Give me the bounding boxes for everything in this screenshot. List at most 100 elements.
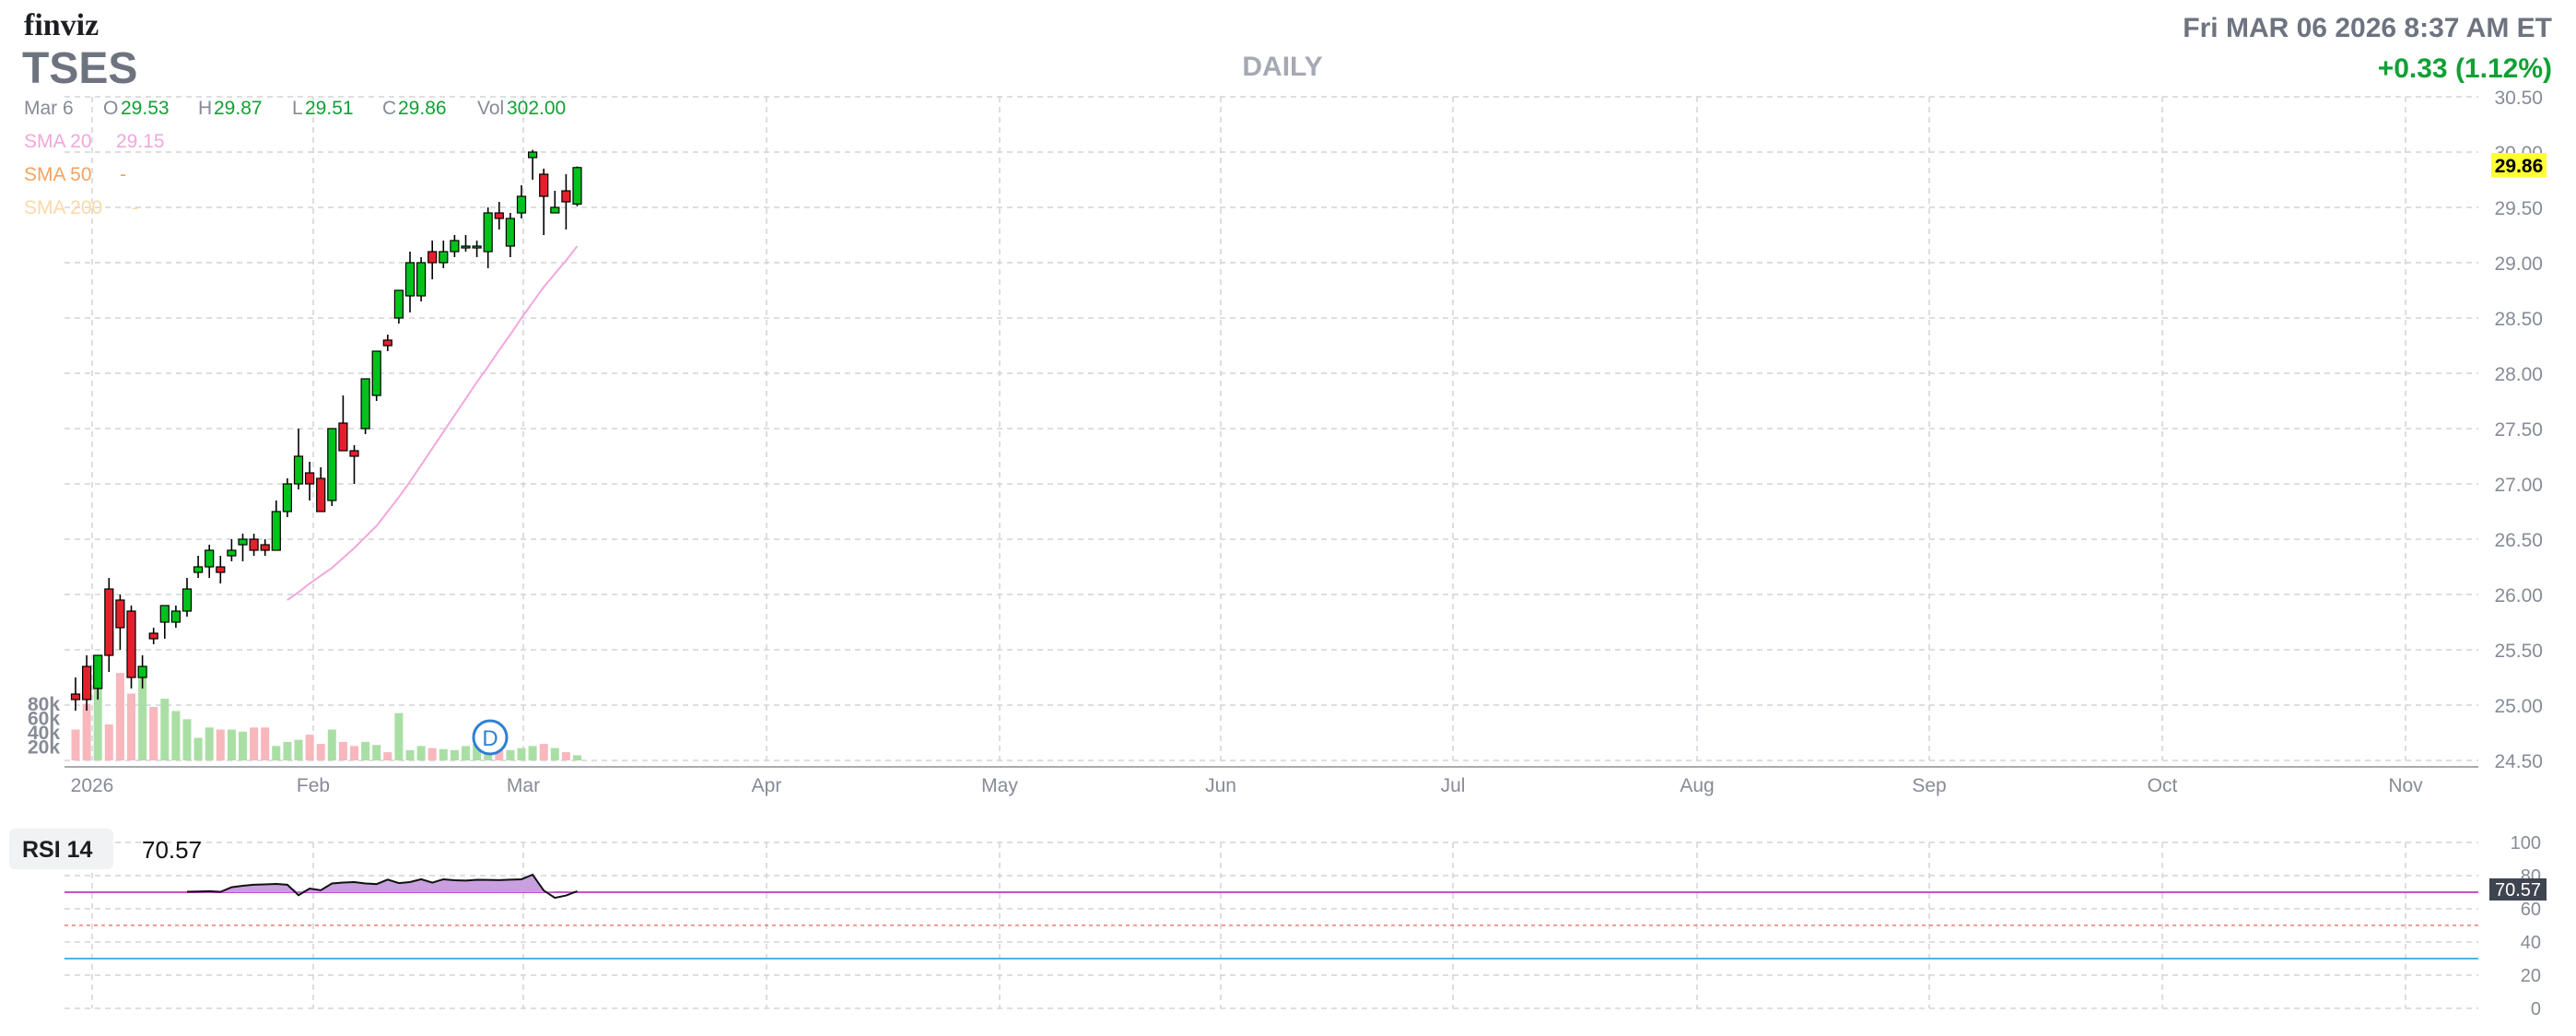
volume-bar bbox=[104, 724, 113, 760]
candle-up[interactable] bbox=[450, 240, 460, 253]
volume-bar bbox=[327, 729, 336, 760]
volume-bar bbox=[250, 727, 259, 760]
volume-bar bbox=[294, 739, 303, 760]
candle-up[interactable] bbox=[516, 195, 527, 214]
candle-up[interactable] bbox=[282, 483, 292, 512]
candle-down[interactable] bbox=[382, 339, 392, 347]
date-tick-label: Sep bbox=[1912, 775, 1946, 796]
candle-down[interactable] bbox=[305, 472, 315, 485]
volume-bar bbox=[193, 737, 203, 760]
volume-bar bbox=[439, 748, 448, 760]
ohlc-row: Mar 6 O 29.53 H 29.87 L 29.51 C 29.86 Vo… bbox=[24, 98, 566, 119]
candle-down[interactable] bbox=[561, 190, 571, 203]
candle-up[interactable] bbox=[170, 610, 181, 623]
candle-down[interactable] bbox=[494, 212, 504, 219]
candle-down[interactable] bbox=[115, 599, 125, 629]
volume-bar bbox=[149, 706, 158, 760]
candle-down[interactable] bbox=[338, 422, 348, 452]
candle-up[interactable] bbox=[371, 350, 381, 396]
candle-up[interactable] bbox=[181, 588, 193, 612]
candle-up[interactable] bbox=[327, 428, 337, 501]
candle-up[interactable] bbox=[238, 538, 248, 546]
chart-canvas[interactable]: 30.5030.0029.5029.0028.5028.0027.5027.00… bbox=[0, 0, 2576, 1036]
candle-up[interactable] bbox=[461, 245, 471, 249]
candle-up[interactable] bbox=[227, 549, 237, 557]
candle-up[interactable] bbox=[93, 654, 103, 689]
sma50-value: - bbox=[120, 164, 126, 185]
last-price-badge: 29.86 bbox=[2491, 153, 2547, 177]
candle-up[interactable] bbox=[360, 378, 370, 430]
sma-legend: SMA 20 29.15 SMA 50 - SMA 200 - bbox=[24, 131, 165, 218]
rsi-tick-label: 40 bbox=[2521, 933, 2541, 953]
volume-bar bbox=[127, 693, 135, 760]
candles-group[interactable] bbox=[70, 149, 582, 711]
price-tick-label: 28.00 bbox=[2494, 364, 2543, 385]
sma20-label: SMA 20 bbox=[24, 131, 92, 152]
candle-up[interactable] bbox=[483, 212, 493, 253]
volume-bar bbox=[261, 727, 270, 760]
change-label: +0.33 (1.12%) bbox=[2378, 53, 2552, 84]
price-tick-label: 29.50 bbox=[2494, 198, 2543, 219]
price-tick-label: 26.00 bbox=[2494, 585, 2543, 606]
rsi-badge: 70.57 bbox=[2489, 878, 2547, 901]
candle-down[interactable] bbox=[427, 251, 438, 264]
high-value: 29.87 bbox=[214, 98, 263, 119]
candle-down[interactable] bbox=[349, 450, 359, 457]
rsi-label: RSI 14 bbox=[22, 837, 93, 863]
finviz-logo[interactable]: finviz bbox=[24, 8, 99, 42]
quote-date: Mar 6 bbox=[24, 98, 74, 119]
volume-bar bbox=[528, 746, 537, 760]
candle-up[interactable] bbox=[416, 262, 427, 297]
volume-bar bbox=[283, 741, 292, 760]
rsi-tick-label: 20 bbox=[2521, 966, 2541, 986]
candle-down[interactable] bbox=[539, 173, 549, 197]
volume-bar bbox=[539, 744, 548, 760]
volume-bar bbox=[517, 748, 526, 760]
candle-up[interactable] bbox=[137, 665, 147, 678]
candle-up[interactable] bbox=[271, 511, 281, 551]
candle-down[interactable] bbox=[249, 538, 259, 551]
candle-down[interactable] bbox=[148, 632, 158, 640]
candle-down[interactable] bbox=[70, 693, 81, 700]
volume-axis: 80k60k40k20k bbox=[28, 694, 60, 759]
candle-down[interactable] bbox=[216, 566, 226, 573]
candle-down[interactable] bbox=[81, 665, 92, 700]
volume-bar bbox=[82, 703, 91, 760]
candle-up[interactable] bbox=[550, 206, 560, 214]
price-tick-label: 26.50 bbox=[2494, 530, 2543, 551]
price-axis: 30.5030.0029.5029.0028.5028.0027.5027.00… bbox=[2494, 88, 2543, 772]
volume-bar bbox=[383, 752, 392, 760]
candle-up[interactable] bbox=[472, 245, 482, 249]
price-tick-label: 29.00 bbox=[2494, 253, 2543, 275]
candle-up[interactable] bbox=[159, 605, 170, 623]
date-tick-label: Feb bbox=[297, 775, 330, 796]
candle-up[interactable] bbox=[293, 455, 304, 485]
candle-down[interactable] bbox=[260, 544, 270, 551]
volume-bar bbox=[338, 741, 347, 760]
volume-bar bbox=[216, 729, 225, 760]
candle-up[interactable] bbox=[404, 262, 416, 297]
date-tick-label: May bbox=[981, 775, 1018, 796]
low-label: L bbox=[292, 98, 303, 119]
volume-bar bbox=[71, 729, 80, 760]
volume-bar bbox=[227, 729, 236, 760]
candle-up[interactable] bbox=[393, 289, 404, 319]
date-tick-label: Nov bbox=[2388, 775, 2423, 796]
candle-up[interactable] bbox=[193, 566, 204, 573]
rsi-axis: 100806040200 bbox=[2511, 833, 2541, 1019]
candle-down[interactable] bbox=[316, 477, 326, 512]
price-tick-label: 28.50 bbox=[2494, 309, 2543, 330]
volume-bar bbox=[350, 746, 358, 760]
candle-up[interactable] bbox=[439, 251, 449, 264]
close-value: 29.86 bbox=[398, 98, 447, 119]
candle-up[interactable] bbox=[527, 151, 538, 159]
open-label: O bbox=[103, 98, 118, 119]
volume-bar bbox=[182, 719, 192, 760]
dividend-marker[interactable]: D bbox=[472, 719, 509, 756]
candle-up[interactable] bbox=[505, 218, 516, 247]
candle-up[interactable] bbox=[205, 549, 215, 568]
candle-down[interactable] bbox=[126, 610, 136, 678]
candle-down[interactable] bbox=[104, 588, 114, 656]
date-tick-label: Mar bbox=[507, 775, 540, 796]
candle-up[interactable] bbox=[572, 167, 582, 206]
